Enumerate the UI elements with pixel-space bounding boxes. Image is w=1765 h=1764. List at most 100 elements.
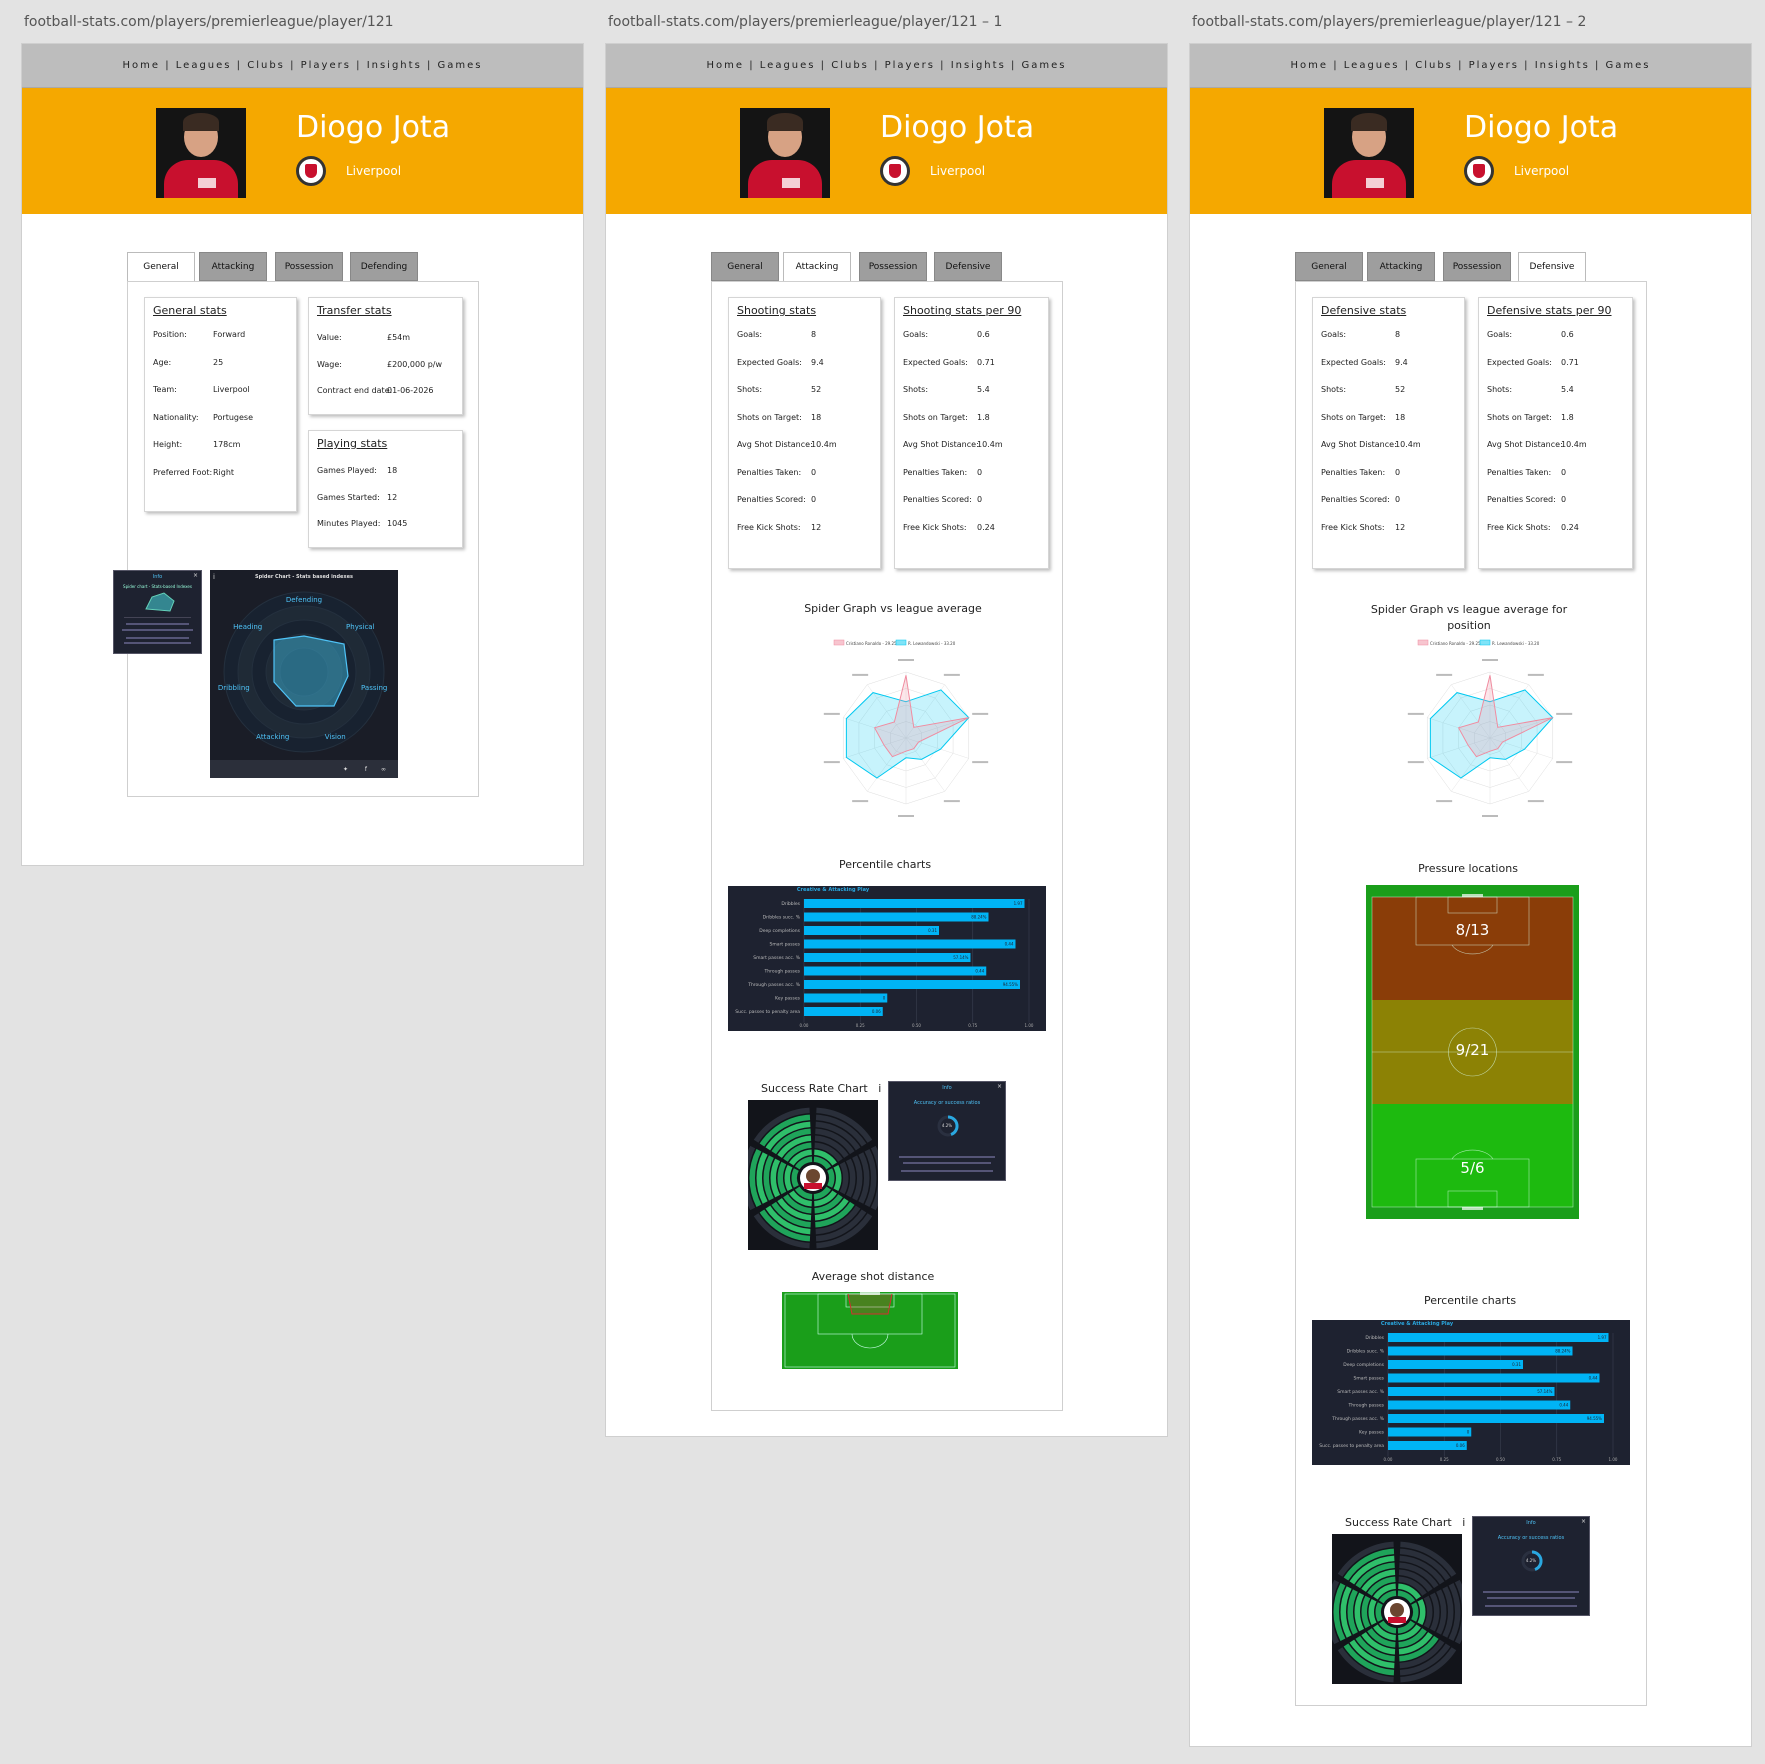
axis-label [972,761,989,764]
nav-item-clubs[interactable]: Clubs [1415,60,1453,71]
close-icon[interactable]: × [193,572,198,579]
top-nav: Home | Leagues | Clubs | Players | Insig… [606,44,1167,88]
stat-label: Expected Goals: [1321,357,1386,367]
player-avatar [1390,1603,1404,1617]
stat-value: 9.4 [1395,357,1408,367]
stat-label: Team: [153,385,177,394]
stat-label: Shots: [1321,385,1347,394]
legend-label: Cristiano Ronaldo - 29.25 [846,641,897,646]
axis-label [1556,761,1573,764]
close-icon[interactable]: × [997,1083,1002,1090]
general-stats-card: General stats Position: Forward Age: 25 Team… [144,297,297,512]
nav-item-leagues[interactable]: Leagues [1344,60,1400,71]
card-title: Shooting stats per 90 [903,304,1022,317]
axis-label [1436,800,1453,803]
club-name[interactable]: Liverpool [1514,164,1569,178]
axis-label [972,712,989,715]
nav-item-games[interactable]: Games [1606,60,1651,71]
nav-item-leagues[interactable]: Leagues [176,60,232,71]
tab-attacking[interactable]: Attacking [199,252,267,281]
nav-item-clubs[interactable]: Clubs [247,60,285,71]
stat-value: 0.71 [1561,357,1579,367]
stat-label: Height: [153,440,183,449]
tab-general[interactable]: General [711,252,779,281]
tab-defending[interactable]: Defending [350,252,418,281]
success-info-popup: Info × Accuracy or success ratios 4.2% [1472,1516,1590,1616]
category-label: Dribbles succ. % [763,915,801,921]
tab-defensive[interactable]: Defensive [934,252,1002,281]
twitter-icon[interactable]: ✦ [343,766,348,773]
axis-label [1482,659,1498,661]
nav-item-games[interactable]: Games [1022,60,1067,71]
card-title: General stats [153,304,227,317]
stat-value: 1045 [387,519,408,528]
nav-item-insights[interactable]: Insights [1535,60,1590,71]
link-icon[interactable]: ∞ [381,766,386,773]
success-rate-label: Success Rate Chart [761,1082,868,1095]
tab-attacking[interactable]: Attacking [1367,252,1435,281]
stat-label: Penalties Taken: [1487,467,1552,477]
legend-label: R. Lewandowski - 33.20 [1492,641,1540,646]
avg-shot-pitch [782,1292,958,1369]
bar-value-label: 0.44 [1589,1376,1598,1381]
stat-label: Goals: [903,330,929,339]
x-tick-label: 0.00 [800,1023,809,1028]
tab-possession[interactable]: Possession [859,252,927,281]
player-avatar [806,1169,820,1183]
nav-item-clubs[interactable]: Clubs [831,60,869,71]
bar [804,966,987,976]
bar-value-label: 88.24% [1555,1349,1570,1354]
stat-value: 52 [1395,385,1406,394]
tab-general[interactable]: General [127,252,195,282]
info-icon[interactable]: i [1462,1516,1465,1529]
spider-info-popup: Info × Spider chart - Stats-based Indexe… [113,570,202,654]
stat-label: Games Started: [317,492,380,502]
stat-value: 01-06-2026 [387,386,434,395]
nav-item-home[interactable]: Home [1291,60,1329,71]
nav-item-games[interactable]: Games [438,60,483,71]
club-name[interactable]: Liverpool [930,164,985,178]
stat-label: Contract end date: [317,386,393,395]
axis-label [1527,673,1544,676]
stat-value: 12 [1395,522,1406,532]
facebook-icon[interactable]: f [365,766,367,773]
stat-value: 5.4 [1561,385,1574,394]
bar [804,899,1025,908]
nav-separator: | [1589,60,1606,71]
tab-possession[interactable]: Possession [1443,252,1511,281]
nav-item-home[interactable]: Home [123,60,161,71]
category-label: Key passes [1359,1430,1385,1436]
tab-attacking[interactable]: Attacking [783,252,851,282]
stat-value: 0.24 [1561,522,1579,532]
nav-separator: | [160,60,176,71]
tab-defensive[interactable]: Defensive [1518,252,1586,282]
nav-item-players[interactable]: Players [885,60,935,71]
nav-item-insights[interactable]: Insights [367,60,422,71]
nav-item-home[interactable]: Home [707,60,745,71]
info-icon[interactable]: i [878,1082,881,1095]
stat-label: Shots: [737,385,763,394]
stat-value: 0 [811,495,817,504]
nav-item-players[interactable]: Players [301,60,351,71]
legend-swatch [833,639,845,646]
success-rate-title: Success Rate Chart i [761,1082,881,1095]
radar-compare-chart: Cristiano Ronaldo - 29.25 R. Lewandowski … [823,639,989,817]
bar [1388,1414,1604,1423]
stat-value: 0.6 [977,330,990,339]
radar-compare-chart: Cristiano Ronaldo - 29.25 R. Lewandowski … [1407,639,1573,817]
bar [804,953,971,962]
nav-item-players[interactable]: Players [1469,60,1519,71]
nav-item-leagues[interactable]: Leagues [760,60,816,71]
tab-possession[interactable]: Possession [275,252,343,281]
stat-value: 1.8 [977,412,990,422]
stat-value: 178cm [213,440,241,449]
pressure-pitch: 8/13 9/21 5/6 [1366,885,1579,1219]
tab-general[interactable]: General [1295,252,1363,281]
nav-item-insights[interactable]: Insights [951,60,1006,71]
category-label: Through passes acc. % [1331,1416,1385,1422]
club-name[interactable]: Liverpool [346,164,401,178]
close-icon[interactable]: × [1581,1518,1586,1525]
mini-spider-icon [145,592,175,612]
x-tick-label: 0.75 [968,1023,977,1028]
nav-separator: | [1005,60,1022,71]
